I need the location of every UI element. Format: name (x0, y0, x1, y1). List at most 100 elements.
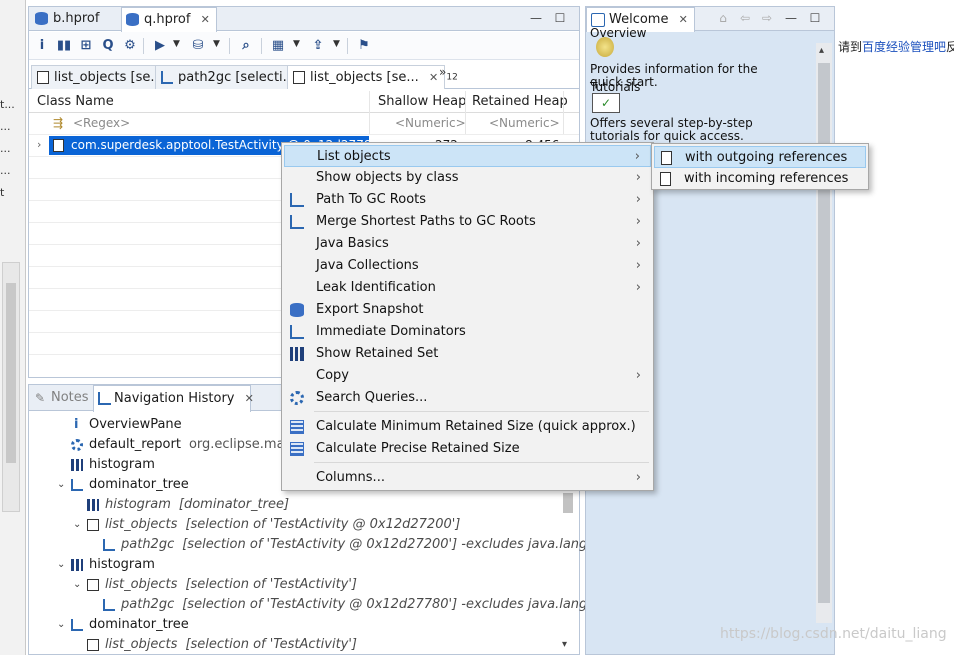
back-icon[interactable]: ⇦ (738, 11, 752, 25)
nav-scrollbar-thumb[interactable] (563, 493, 573, 513)
toolbar-separator (347, 38, 348, 54)
forward-icon[interactable]: ⇨ (760, 11, 774, 25)
toolbar-separator (229, 38, 230, 54)
query-browser-icon[interactable]: ⛁ (189, 37, 207, 55)
close-icon[interactable]: ✕ (245, 392, 254, 405)
menu-item-label: Java Basics (316, 236, 389, 251)
home-icon[interactable]: ⌂ (716, 11, 730, 25)
tab-list-objects-2[interactable]: list_objects [se... ✕ (287, 65, 446, 89)
menu-item-java-basics[interactable]: Java Basics › (284, 233, 651, 255)
shallow-filter-input[interactable]: <Numeric> (395, 116, 466, 130)
chevron-down-icon[interactable]: ⌄ (57, 615, 65, 635)
tab-label: q.hprof (144, 12, 191, 27)
menu-item-columns[interactable]: Columns... › (284, 467, 651, 489)
tutorials-icon[interactable]: ✓ (592, 93, 620, 113)
menu-item-search-queries[interactable]: Search Queries... (284, 387, 651, 409)
left-scrollbar[interactable] (2, 262, 20, 512)
merge-icon (290, 215, 304, 229)
chevron-down-icon[interactable]: ⌄ (57, 555, 65, 575)
list-objects-icon (37, 71, 49, 84)
tab-notes[interactable]: ✎ Notes (31, 385, 91, 411)
chevron-down-icon[interactable]: ▼ (293, 39, 300, 49)
menu-item-leak-identification[interactable]: Leak Identification › (284, 277, 651, 299)
close-icon[interactable]: ✕ (429, 71, 438, 84)
oql-icon[interactable]: Q (99, 37, 117, 55)
menu-item-merge-shortest-paths-to-gc-roots[interactable]: Merge Shortest Paths to GC Roots › (284, 211, 651, 233)
tab-list-objects-1[interactable]: list_objects [se... (31, 65, 170, 89)
calc-icon (290, 420, 304, 434)
list-objects-submenu: with outgoing references with incoming re… (651, 143, 869, 190)
left-strip-text: ... (0, 142, 11, 155)
pin-icon[interactable]: ⚑ (355, 37, 373, 55)
background-page-text: 请到百度经验管理吧反馈 (838, 38, 954, 55)
nav-item-label: default_report (89, 437, 181, 452)
minimize-icon[interactable]: — (784, 11, 798, 25)
menu-item-calculate-minimum-retained-size-quick-approx[interactable]: Calculate Minimum Retained Size (quick a… (284, 416, 651, 438)
menu-item-with-outgoing-references[interactable]: with outgoing references (654, 146, 866, 168)
menu-item-show-retained-set[interactable]: Show Retained Set (284, 343, 651, 365)
tab-label: path2gc [selecti... (178, 70, 296, 85)
incoming-references-icon (660, 172, 671, 186)
nav-item-label: path2gc (121, 597, 175, 612)
run-report-icon[interactable]: ▶ (151, 37, 169, 55)
tab-label: list_objects [se... (54, 70, 163, 85)
menu-item-list-objects[interactable]: List objects › (284, 145, 651, 167)
chevron-up-icon[interactable]: ▴ (819, 45, 824, 56)
overview-icon[interactable] (596, 37, 614, 57)
gear-icon[interactable]: ⚙ (121, 37, 139, 55)
menu-item-copy[interactable]: Copy › (284, 365, 651, 387)
close-icon[interactable]: ✕ (679, 13, 688, 26)
search-icon[interactable]: ⌕ (237, 37, 255, 55)
editor-toolbar: i ▮▮ ⊞ Q ⚙ ▶ ▼ ⛁ ▼ ⌕ ▦ ▼ ⇪ ▼ ⚑ (29, 32, 579, 60)
maximize-icon[interactable]: ☐ (553, 11, 567, 25)
nav-scrollbar[interactable]: ▾ (561, 485, 575, 650)
tab-overflow-button[interactable]: »12 (439, 65, 458, 82)
retained-filter-input[interactable]: <Numeric> (489, 116, 560, 130)
menu-item-immediate-dominators[interactable]: Immediate Dominators (284, 321, 651, 343)
menu-item-label: Columns... (316, 470, 385, 485)
chevron-down-icon[interactable]: ⌄ (57, 475, 65, 495)
dominator-tree-icon[interactable]: ⊞ (77, 37, 95, 55)
maximize-icon[interactable]: ☐ (808, 11, 822, 25)
chevron-down-icon[interactable]: ▼ (213, 39, 220, 49)
tree-icon (71, 619, 83, 631)
tab-label: b.hprof (53, 11, 100, 26)
histogram-icon[interactable]: ▮▮ (55, 37, 73, 55)
menu-item-label: Search Queries... (316, 390, 428, 405)
column-header-shallow-heap[interactable]: Shallow Heap (378, 94, 466, 109)
left-scrollbar-thumb[interactable] (6, 283, 16, 463)
column-header-retained-heap[interactable]: Retained Heap (472, 94, 568, 109)
minimize-icon[interactable]: — (529, 11, 543, 25)
menu-item-java-collections[interactable]: Java Collections › (284, 255, 651, 277)
regex-filter-input[interactable]: <Regex> (73, 116, 130, 130)
chevron-right-icon[interactable]: › (37, 138, 41, 151)
menu-item-with-incoming-references[interactable]: with incoming references (654, 168, 866, 190)
info-icon[interactable]: i (33, 37, 51, 55)
table-header: Class Name Shallow Heap Retained Heap (29, 91, 579, 113)
chevron-down-icon[interactable]: ⌄ (73, 515, 81, 535)
background-link[interactable]: 百度经验管理吧 (862, 40, 946, 54)
tab-path2gc[interactable]: path2gc [selecti... (155, 65, 303, 89)
chevron-down-icon[interactable]: ▼ (173, 39, 180, 49)
chevron-down-icon[interactable]: ▾ (562, 639, 567, 650)
tab-b-hprof[interactable]: b.hprof (31, 7, 105, 31)
tab-navigation-history[interactable]: Navigation History ✕ (93, 385, 254, 412)
nav-item-detail: [selection of 'TestActivity @ 0x12d27200… (185, 517, 461, 532)
close-icon[interactable]: ✕ (201, 13, 210, 26)
menu-item-calculate-precise-retained-size[interactable]: Calculate Precise Retained Size (284, 438, 651, 460)
menu-item-export-snapshot[interactable]: Export Snapshot (284, 299, 651, 321)
menu-item-label: Java Collections (316, 258, 419, 273)
menu-item-path-to-gc-roots[interactable]: Path To GC Roots › (284, 189, 651, 211)
column-header-class-name[interactable]: Class Name (37, 94, 114, 109)
menu-item-show-objects-by-class[interactable]: Show objects by class › (284, 167, 651, 189)
welcome-scrollbar[interactable]: ▴ (816, 43, 832, 623)
context-menu: List objects › Show objects by class › Path … (281, 142, 654, 491)
export-icon[interactable]: ⇪ (309, 37, 327, 55)
calculator-icon[interactable]: ▦ (269, 37, 287, 55)
menu-item-label: Path To GC Roots (316, 192, 427, 207)
tab-q-hprof[interactable]: q.hprof ✕ (121, 7, 217, 32)
overview-title[interactable]: Overview (590, 27, 647, 40)
chevron-down-icon[interactable]: ⌄ (73, 575, 81, 595)
chevron-down-icon[interactable]: ▼ (333, 39, 340, 49)
chevron-right-icon: › (635, 368, 641, 383)
